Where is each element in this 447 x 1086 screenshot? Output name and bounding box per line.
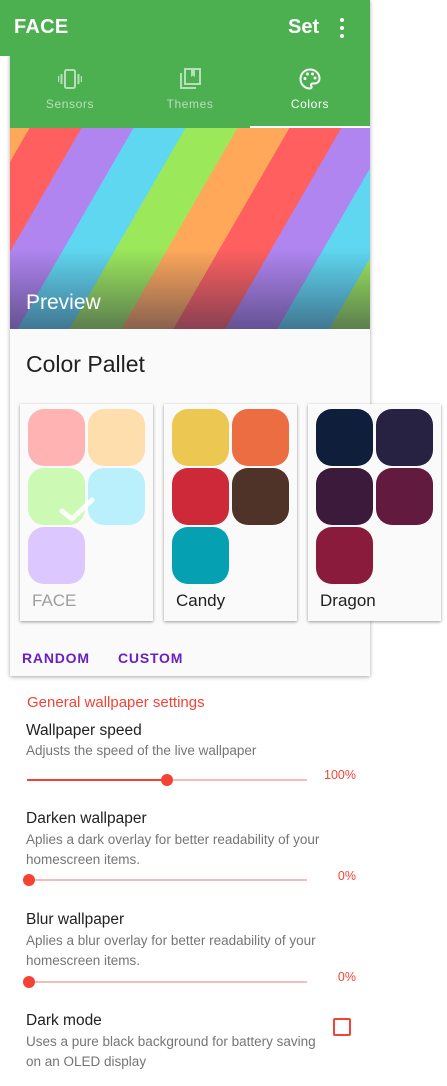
palette-card-dragon[interactable]: Dragon xyxy=(308,404,441,621)
collections-icon xyxy=(180,68,201,89)
set-button[interactable]: Set xyxy=(288,16,319,39)
color-swatch xyxy=(376,468,433,525)
slider-thumb[interactable] xyxy=(23,874,35,886)
dark-mode-checkbox[interactable] xyxy=(333,1018,351,1036)
slider-thumb[interactable] xyxy=(23,976,35,988)
color-swatch xyxy=(316,468,373,525)
palette-icon xyxy=(299,68,321,90)
blur-wallpaper-slider[interactable] xyxy=(23,972,307,992)
tab-themes-label: Themes xyxy=(166,97,214,111)
slider-thumb[interactable] xyxy=(161,774,173,786)
app-bar: FACE Set xyxy=(0,0,370,56)
palette-name: Candy xyxy=(176,591,226,610)
tab-colors[interactable]: Colors xyxy=(250,56,370,128)
blur-wallpaper-summary: Aplies a blur overlay for better readabi… xyxy=(26,933,316,968)
app-title: FACE xyxy=(14,16,69,38)
tab-colors-label: Colors xyxy=(290,97,330,111)
palette-card-candy[interactable]: Candy xyxy=(164,404,297,621)
wallpaper-speed-title: Wallpaper speed xyxy=(26,722,142,739)
vibration-icon xyxy=(58,69,82,89)
wallpaper-speed-value: 100% xyxy=(324,768,356,782)
dark-mode-summary: Uses a pure black background for battery… xyxy=(26,1034,316,1069)
color-swatch xyxy=(172,527,229,584)
blur-wallpaper-value: 0% xyxy=(337,970,356,984)
custom-button[interactable]: CUSTOM xyxy=(118,650,183,666)
color-swatch xyxy=(172,468,229,525)
tab-themes[interactable]: Themes xyxy=(130,56,250,128)
color-swatch xyxy=(88,409,145,466)
random-button[interactable]: RANDOM xyxy=(22,650,90,666)
preview-label: Preview xyxy=(26,291,101,314)
tab-sensors[interactable]: Sensors xyxy=(10,56,130,128)
darken-wallpaper-title: Darken wallpaper xyxy=(26,810,147,827)
color-swatch xyxy=(316,409,373,466)
palette-name: FACE xyxy=(32,591,77,610)
darken-wallpaper-slider[interactable] xyxy=(23,870,307,890)
color-swatch xyxy=(232,468,289,525)
blur-wallpaper-title: Blur wallpaper xyxy=(26,911,125,928)
tab-bar: Sensors Themes Colors xyxy=(10,56,370,128)
wallpaper-speed-summary: Adjusts the speed of the live wallpaper xyxy=(26,743,257,758)
section-title: General wallpaper settings xyxy=(27,694,205,711)
color-swatch xyxy=(316,527,373,584)
color-swatch xyxy=(88,468,145,525)
selected-check-icon xyxy=(59,497,95,522)
color-swatch xyxy=(28,527,85,584)
palette-name: Dragon xyxy=(320,591,376,610)
darken-wallpaper-summary: Aplies a dark overlay for better readabi… xyxy=(26,832,320,867)
dark-mode-title: Dark mode xyxy=(26,1012,102,1029)
tab-sensors-label: Sensors xyxy=(45,97,95,111)
color-swatch xyxy=(172,409,229,466)
more-options-icon[interactable] xyxy=(332,14,352,42)
color-pallet-title: Color Pallet xyxy=(26,351,145,377)
color-swatch xyxy=(376,409,433,466)
wallpaper-speed-slider[interactable] xyxy=(27,770,307,790)
color-swatch xyxy=(28,409,85,466)
color-swatch xyxy=(232,409,289,466)
wallpaper-preview: Preview xyxy=(10,128,370,329)
darken-wallpaper-value: 0% xyxy=(337,869,356,883)
